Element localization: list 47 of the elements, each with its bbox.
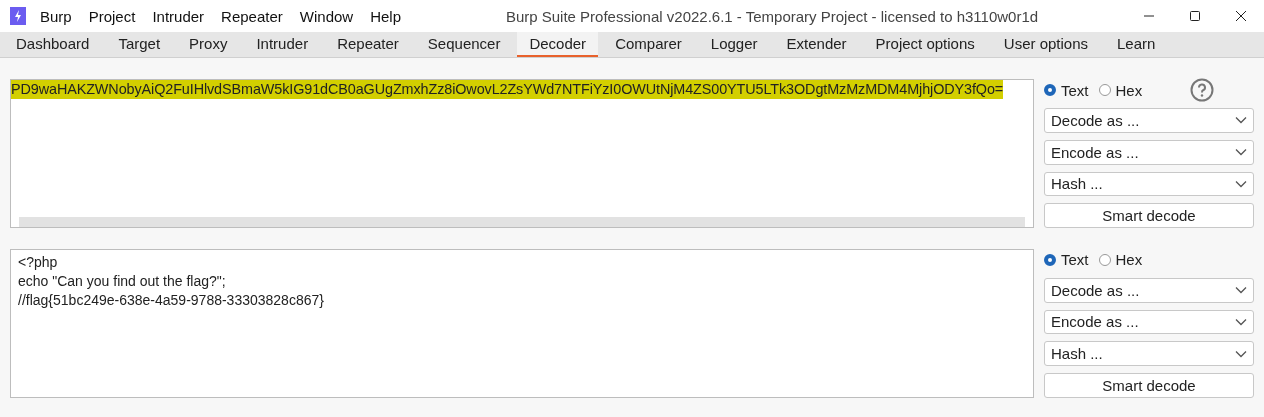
menu-item[interactable]: Burp — [40, 7, 72, 25]
tab[interactable]: Target — [106, 32, 173, 57]
output-text-area[interactable]: <?php echo "Can you find out the flag?"; //flag{51bc249e-638e-4a59-9788-33303828c867} — [10, 249, 1034, 398]
radio-option[interactable]: Text — [1044, 81, 1089, 99]
tab[interactable]: Repeater — [325, 32, 411, 57]
chevron-down-icon — [1235, 179, 1247, 188]
horizontal-scrollbar[interactable] — [19, 217, 1025, 227]
chevron-down-icon — [1235, 286, 1247, 295]
text-line: <?php — [18, 254, 58, 270]
dropdown[interactable]: Encode as ... — [1044, 139, 1254, 165]
window-title: Burp Suite Professional v2022.6.1 - Temporary Project - licensed to h3110w0r1d — [504, 7, 1040, 25]
chevron-down-icon — [1235, 349, 1247, 358]
input-text-area[interactable]: PD9waHAKZWNobyAiQ2FuIHlvdSBmaW5kIG91dCB0aGUgZmxhZz8iOwovL2ZsYWd7NTFiYzI0OWUtNjM4ZS00YTU5LTk3ODgtMzMzMDM4MjhjODY3fQo= — [10, 79, 1034, 228]
highlighted-text: PD9waHAKZWNobyAiQ2FuIHlvdSBmaW5kIG91dCB0aGUgZmxhZz8iOwovL2ZsYWd7NTFiYzI0OWUtNjM4ZS00YTU5LTk3ODgtMzMzMDM4MjhjODY3fQo= — [11, 80, 1004, 99]
tab[interactable]: User options — [991, 32, 1101, 57]
dropdown[interactable]: Decode as ... — [1044, 108, 1254, 133]
menu-item[interactable]: Help — [370, 7, 401, 25]
chevron-down-icon — [1235, 318, 1247, 326]
text-line: echo "Can you find out the flag?"; — [18, 273, 226, 289]
tab[interactable]: Intruder — [244, 32, 321, 57]
tab[interactable]: Dashboard — [4, 32, 102, 57]
radio-option[interactable]: Text — [1044, 251, 1089, 269]
tab[interactable]: Comparer — [603, 32, 694, 57]
radio-option[interactable]: Hex — [1098, 251, 1143, 269]
menu-item[interactable]: Repeater — [221, 7, 283, 25]
menu-item[interactable]: Intruder — [152, 7, 205, 25]
menu-item[interactable]: Project — [88, 7, 136, 25]
dropdown[interactable]: Decode as ... — [1044, 277, 1254, 303]
radio-option[interactable]: Hex — [1098, 81, 1143, 99]
tab[interactable]: Sequencer — [415, 32, 513, 57]
tab[interactable]: Proxy — [177, 32, 240, 57]
chevron-down-icon — [1235, 116, 1247, 125]
dropdown[interactable]: Hash ... — [1044, 341, 1254, 367]
tab[interactable]: Decoder — [517, 32, 599, 57]
tab[interactable]: Logger — [698, 32, 770, 57]
dropdown[interactable]: Encode as ... — [1044, 309, 1254, 335]
tab[interactable]: Learn — [1105, 32, 1168, 57]
help-icon[interactable] — [1190, 78, 1214, 102]
dropdown[interactable]: Hash ... — [1044, 171, 1254, 197]
menu-item[interactable]: Window — [299, 7, 354, 25]
tab[interactable]: Project options — [863, 32, 987, 57]
chevron-down-icon — [1235, 148, 1247, 157]
smart-decode-button[interactable]: Smart decode — [1044, 203, 1254, 228]
smart-decode-button[interactable]: Smart decode — [1044, 373, 1254, 398]
tab[interactable]: Extender — [774, 32, 859, 57]
app-logo-icon — [10, 7, 26, 25]
text-line: //flag{51bc249e-638e-4a59-9788-33303828c867} — [18, 292, 324, 308]
